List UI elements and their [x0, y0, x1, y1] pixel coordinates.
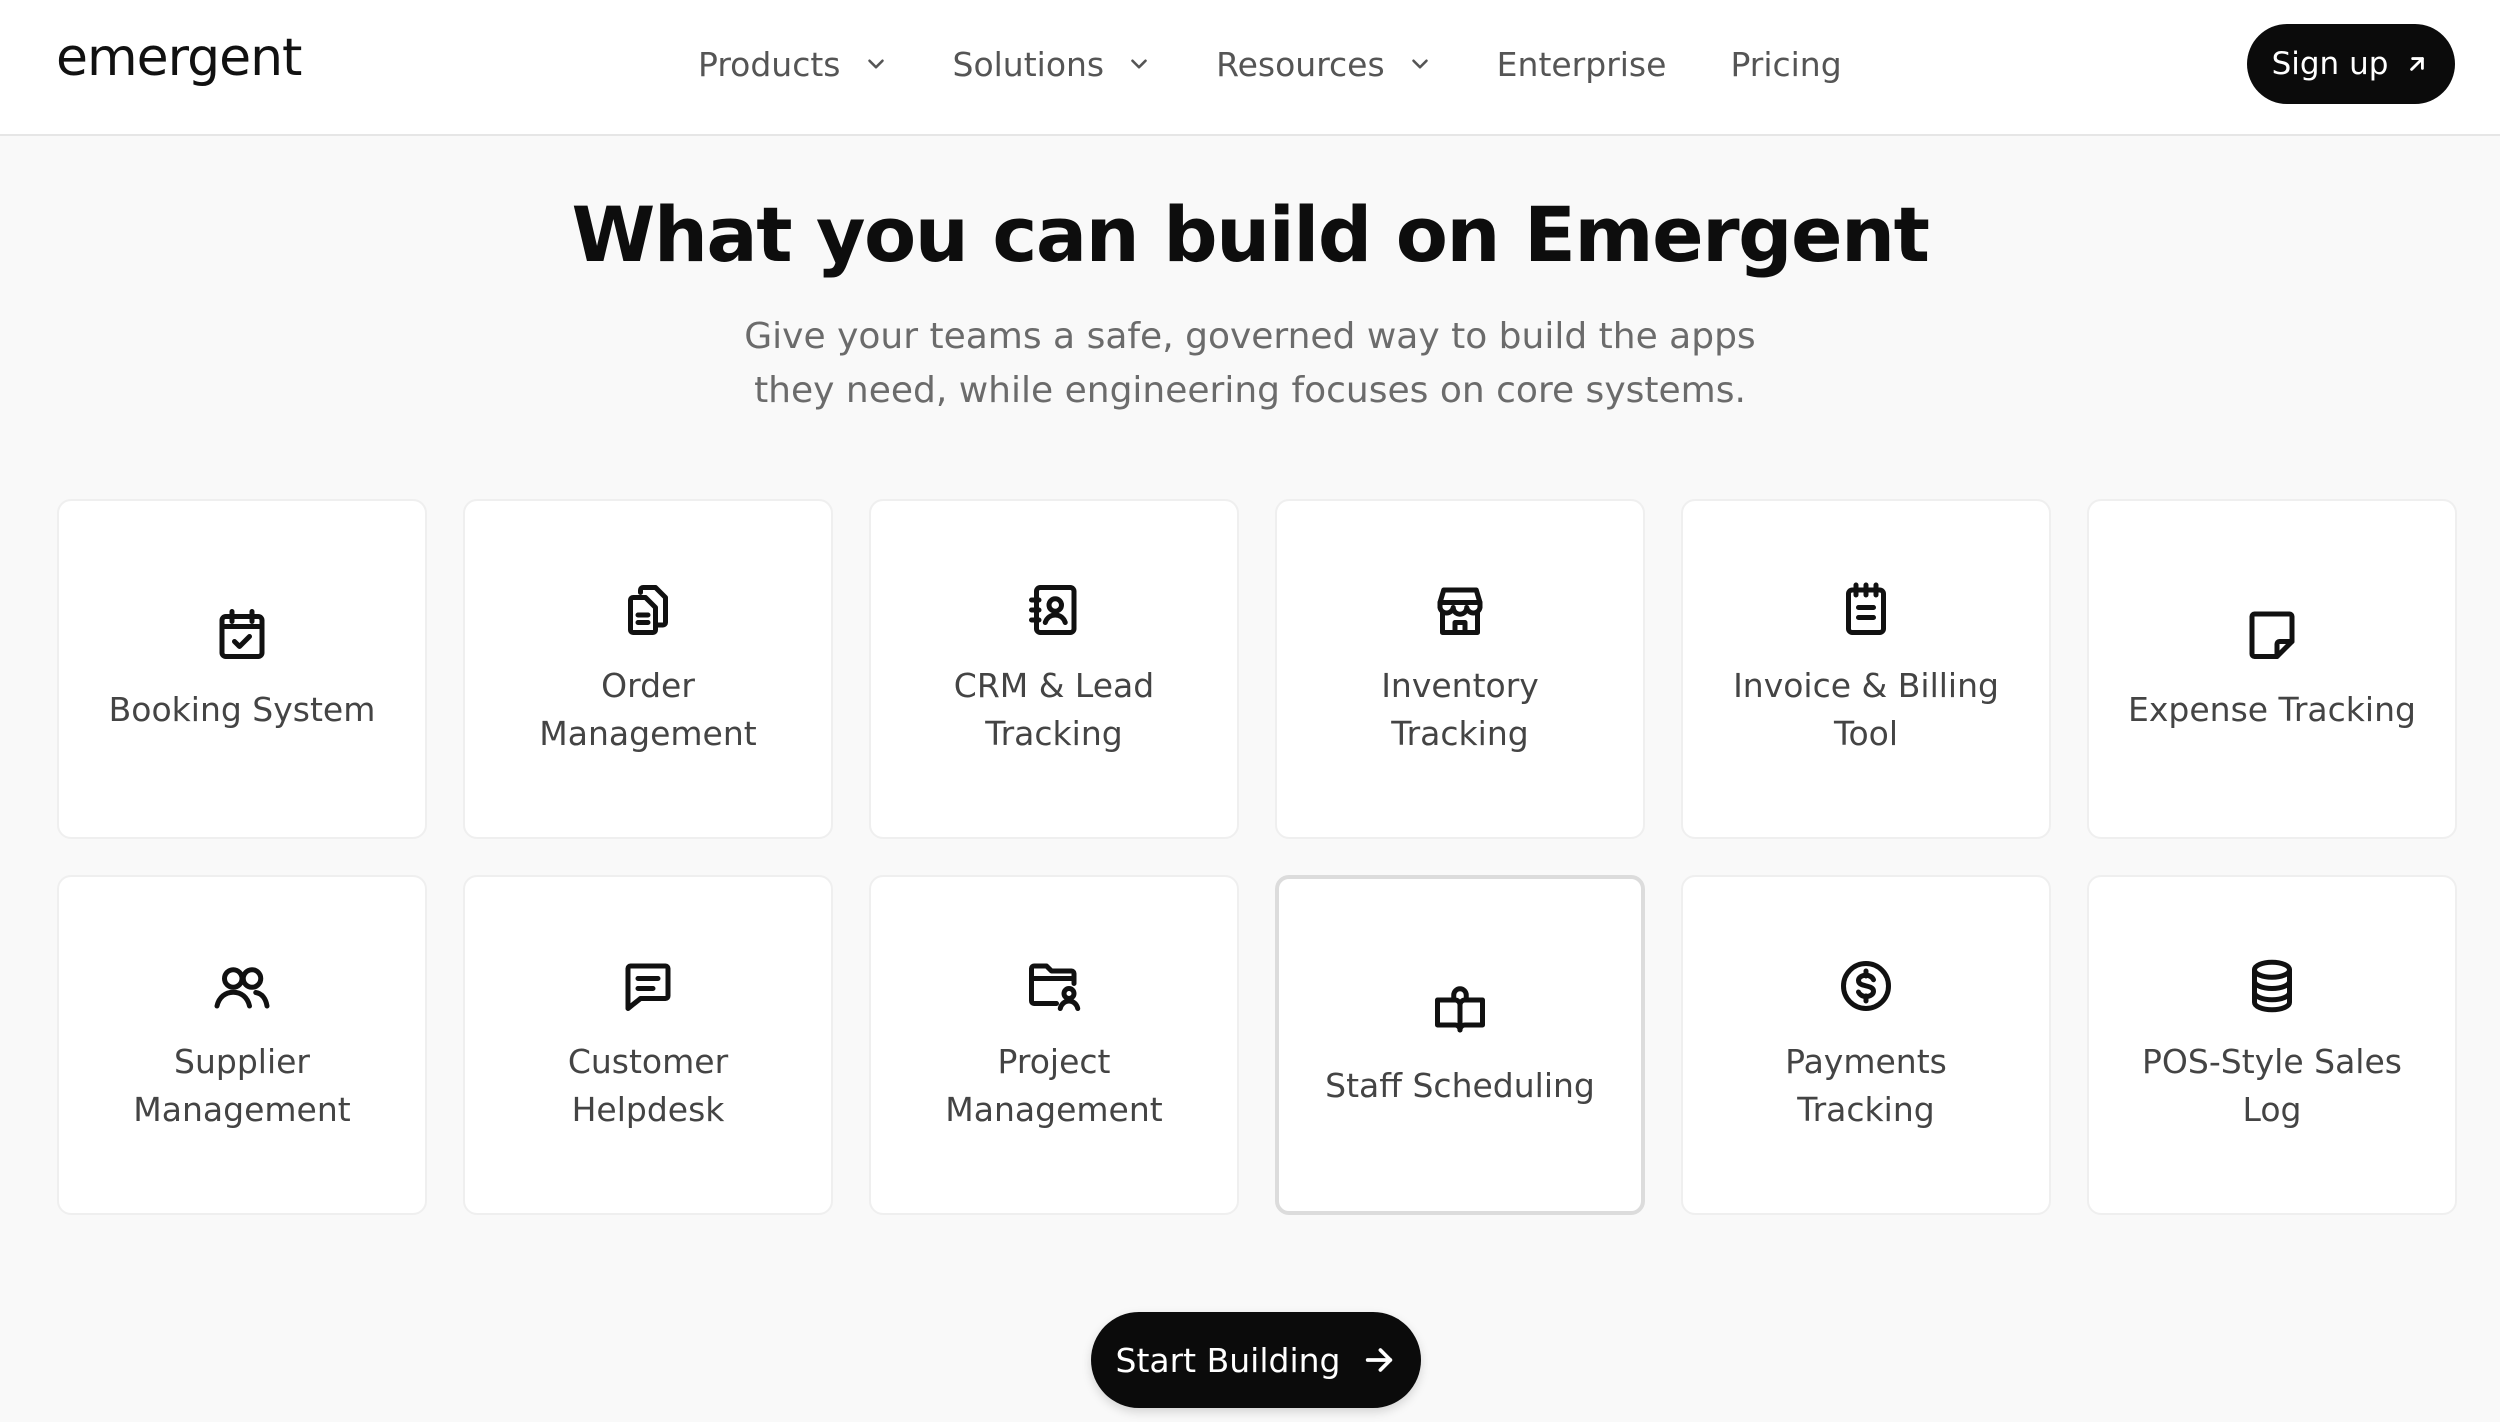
message-icon: [618, 956, 678, 1016]
card-expense-tracking[interactable]: Expense Tracking: [2087, 499, 2457, 839]
card-label: Order Management: [539, 666, 757, 753]
card-label: Project Management: [945, 1042, 1163, 1129]
database-icon: [2242, 956, 2302, 1016]
page-title: What you can build on Emergent: [571, 190, 1931, 279]
use-case-grid: Booking System Order Management CRM & Le…: [57, 499, 2457, 1215]
arrow-right-icon: [1366, 1348, 1393, 1372]
card-label: Staff Scheduling: [1325, 1066, 1595, 1105]
nav-resources[interactable]: Resources: [1216, 45, 1433, 84]
start-building-label: Start Building: [1115, 1340, 1341, 1380]
nav-resources-label: Resources: [1216, 44, 1385, 84]
nav-products[interactable]: Products: [698, 45, 889, 84]
subtitle-line-2: they need, while engineering focuses on …: [754, 370, 1746, 411]
nav-enterprise[interactable]: Enterprise: [1497, 45, 1667, 84]
card-label: Customer Helpdesk: [567, 1042, 729, 1129]
card-order-management[interactable]: Order Management: [463, 499, 833, 839]
card-booking-system[interactable]: Booking System: [57, 499, 427, 839]
chevron-down-icon: [1131, 59, 1147, 69]
contact-book-icon: [1024, 580, 1084, 640]
card-invoice-billing-tool[interactable]: Invoice & Billing Tool: [1681, 499, 2051, 839]
card-label: POS-Style Sales Log: [2142, 1042, 2402, 1129]
card-label: Expense Tracking: [2128, 690, 2416, 729]
nav-pricing[interactable]: Pricing: [1730, 45, 1841, 84]
card-inventory-tracking[interactable]: Inventory Tracking: [1275, 499, 1645, 839]
logo[interactable]: emergent: [56, 28, 302, 88]
chevron-down-icon: [867, 59, 884, 69]
main-nav: Products Solutions Resources Enterprise …: [698, 0, 1906, 128]
start-building-button[interactable]: Start Building: [1091, 1312, 1421, 1408]
card-label: CRM & Lead Tracking: [953, 666, 1155, 753]
notepad-icon: [1836, 580, 1896, 640]
card-label: Supplier Management: [133, 1042, 351, 1129]
arrow-up-right-icon: [2410, 57, 2425, 71]
calendar-check-icon: [212, 604, 272, 664]
signup-button[interactable]: Sign up: [2247, 24, 2455, 104]
card-label: Payments Tracking: [1785, 1042, 1947, 1129]
nav-products-label: Products: [698, 44, 841, 84]
store-icon: [1430, 580, 1490, 640]
card-payments-tracking[interactable]: Payments Tracking: [1681, 875, 2051, 1215]
card-staff-scheduling[interactable]: Staff Scheduling: [1275, 875, 1645, 1215]
card-project-management[interactable]: Project Management: [869, 875, 1239, 1215]
folder-user-icon: [1024, 956, 1084, 1016]
card-label: Inventory Tracking: [1381, 666, 1539, 753]
card-label: Booking System: [108, 690, 376, 729]
documents-icon: [618, 580, 678, 640]
users-icon: [212, 956, 272, 1016]
dollar-circle-icon: [1836, 956, 1896, 1016]
nav-solutions[interactable]: Solutions: [953, 45, 1153, 84]
chevron-down-icon: [1411, 59, 1428, 69]
page-subtitle: Give your teams a safe, governed way to …: [650, 310, 1850, 418]
card-pos-sales-log[interactable]: POS-Style Sales Log: [2087, 875, 2457, 1215]
nav-pricing-label: Pricing: [1730, 44, 1842, 84]
card-crm-lead-tracking[interactable]: CRM & Lead Tracking: [869, 499, 1239, 839]
card-supplier-management[interactable]: Supplier Management: [57, 875, 427, 1215]
nav-enterprise-label: Enterprise: [1496, 44, 1667, 84]
site-header: emergent Products Solutions Resources En…: [0, 0, 2500, 136]
subtitle-line-1: Give your teams a safe, governed way to …: [744, 316, 1756, 357]
nav-solutions-label: Solutions: [952, 44, 1105, 84]
card-customer-helpdesk[interactable]: Customer Helpdesk: [463, 875, 833, 1215]
sticky-note-icon: [2242, 604, 2302, 664]
signup-label: Sign up: [2271, 46, 2389, 82]
card-label: Invoice & Billing Tool: [1733, 666, 1999, 753]
book-open-icon: [1430, 980, 1490, 1040]
